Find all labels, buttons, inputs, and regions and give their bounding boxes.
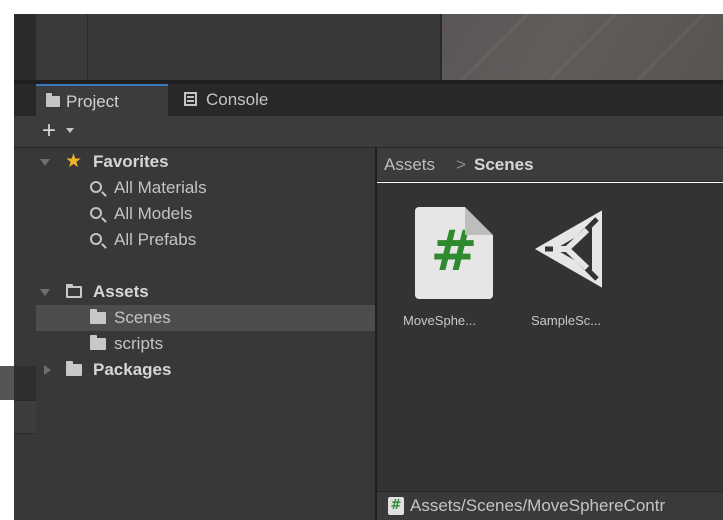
selection-highlight bbox=[36, 305, 375, 331]
tree-item-all-models[interactable]: All Models bbox=[114, 201, 192, 227]
folder-open-icon bbox=[66, 284, 82, 298]
tab-console[interactable]: Console bbox=[168, 84, 308, 116]
gutter-block bbox=[14, 400, 36, 434]
tree-item-assets[interactable]: Assets bbox=[93, 279, 149, 305]
csharp-script-icon[interactable]: # bbox=[415, 207, 493, 299]
scene-view[interactable] bbox=[440, 14, 723, 80]
breadcrumb-assets[interactable]: Assets bbox=[384, 155, 435, 175]
folder-icon bbox=[66, 361, 82, 376]
folder-icon bbox=[46, 93, 60, 107]
expand-arrow-packages[interactable] bbox=[44, 365, 51, 375]
tree-item-packages[interactable]: Packages bbox=[93, 357, 171, 383]
gutter-block bbox=[0, 366, 14, 400]
tab-project-label: Project bbox=[66, 92, 119, 111]
search-icon bbox=[90, 207, 102, 219]
tree-item-scenes[interactable]: Scenes bbox=[114, 305, 171, 331]
star-icon: ★ bbox=[65, 151, 83, 172]
tree-item-all-prefabs[interactable]: All Prefabs bbox=[114, 227, 196, 253]
expand-arrow-assets[interactable] bbox=[40, 289, 50, 296]
hierarchy-panel bbox=[89, 14, 438, 84]
plus-icon: + bbox=[42, 117, 57, 144]
window-margin bbox=[0, 0, 14, 520]
add-asset-button[interactable]: + bbox=[40, 118, 90, 144]
tree-item-favorites[interactable]: Favorites bbox=[93, 149, 169, 175]
folder-icon bbox=[90, 335, 106, 350]
project-toolbar bbox=[14, 116, 723, 148]
upper-left-gutter bbox=[14, 14, 36, 84]
search-icon bbox=[90, 181, 102, 193]
csharp-script-icon: # bbox=[388, 497, 404, 515]
folder-icon bbox=[90, 309, 106, 324]
asset-label-movesphere: MoveSphe... bbox=[403, 313, 476, 328]
selected-asset-path: Assets/Scenes/MoveSphereContr bbox=[410, 496, 666, 515]
expand-arrow-favorites[interactable] bbox=[40, 159, 50, 166]
tree-item-scripts[interactable]: scripts bbox=[114, 331, 163, 357]
chevron-down-icon bbox=[66, 128, 74, 133]
breadcrumb-separator: > bbox=[456, 155, 466, 174]
search-icon bbox=[90, 233, 102, 245]
project-tree bbox=[14, 148, 375, 520]
script-hash-glyph: # bbox=[430, 219, 478, 284]
gutter-block bbox=[14, 366, 36, 400]
breadcrumb-scenes[interactable]: Scenes bbox=[474, 155, 534, 175]
tree-gutter bbox=[14, 148, 36, 520]
console-icon bbox=[184, 92, 197, 106]
tab-console-label: Console bbox=[206, 90, 269, 109]
tab-project[interactable]: Project bbox=[36, 84, 168, 116]
unity-editor-window: Project Console + ★ Favorites All Materi… bbox=[0, 0, 723, 520]
hierarchy-column bbox=[36, 14, 88, 84]
window-margin-top bbox=[14, 0, 723, 14]
unity-scene-icon[interactable] bbox=[533, 208, 615, 290]
asset-label-samplescene: SampleSc... bbox=[531, 313, 602, 328]
tree-item-all-materials[interactable]: All Materials bbox=[114, 175, 207, 201]
